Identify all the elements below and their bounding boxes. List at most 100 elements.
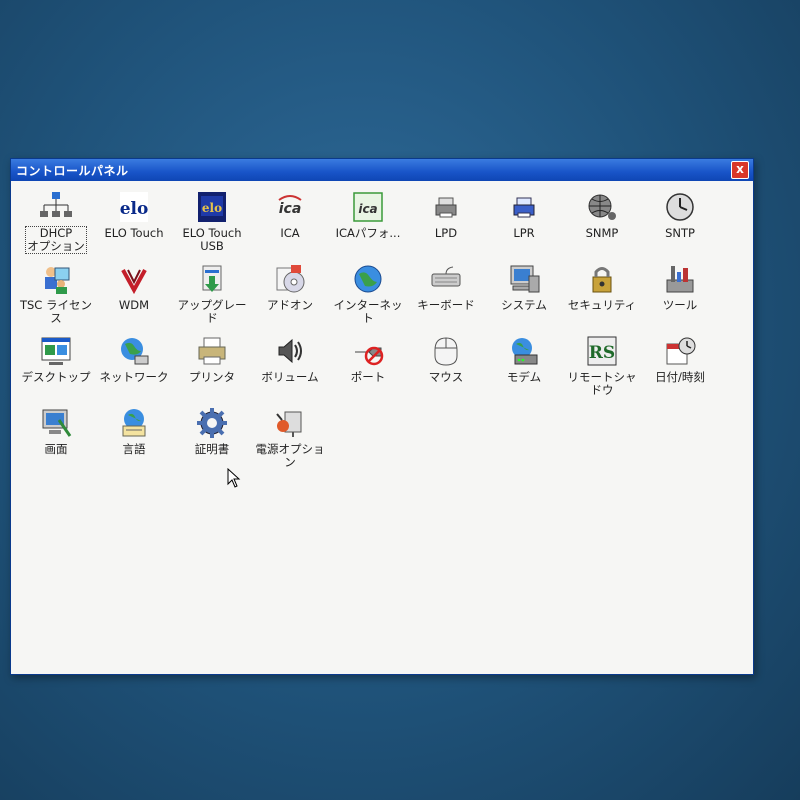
control-panel-item[interactable]: モデム bbox=[485, 333, 563, 405]
control-panel-item[interactable]: 証明書 bbox=[173, 405, 251, 477]
snmp-globe-icon bbox=[584, 189, 620, 225]
title-bar[interactable]: コントロールパネル x bbox=[11, 159, 753, 181]
wdm-logo-icon bbox=[116, 261, 152, 297]
control-panel-item[interactable]: LPR bbox=[485, 189, 563, 261]
item-label: LPD bbox=[434, 226, 458, 240]
keyboard-icon bbox=[428, 261, 464, 297]
control-panel-grid: DHCP オプション elo ELO Touch elo ELO Touch USB ic… bbox=[17, 189, 747, 477]
internet-globe-icon bbox=[350, 261, 386, 297]
control-panel-item[interactable]: キーボード bbox=[407, 261, 485, 333]
control-panel-item[interactable]: elo ELO Touch USB bbox=[173, 189, 251, 261]
svg-text:elo: elo bbox=[202, 201, 222, 215]
item-label: キーボード bbox=[417, 298, 475, 312]
control-panel-item[interactable]: 言語 bbox=[95, 405, 173, 477]
license-people-icon bbox=[38, 261, 74, 297]
item-label: システム bbox=[501, 298, 547, 312]
control-panel-item[interactable]: インターネット bbox=[329, 261, 407, 333]
port-icon bbox=[350, 333, 386, 369]
item-label: 言語 bbox=[122, 442, 146, 456]
control-panel-window: コントロールパネル x DHCP オプション elo ELO Touch elo ELO… bbox=[10, 158, 754, 675]
item-label: 日付/時刻 bbox=[655, 370, 705, 384]
item-label: ポート bbox=[350, 370, 386, 384]
control-panel-item[interactable]: ボリューム bbox=[251, 333, 329, 405]
control-panel-item[interactable]: システム bbox=[485, 261, 563, 333]
control-panel-item[interactable]: ica ICA bbox=[251, 189, 329, 261]
control-panel-item[interactable]: LPD bbox=[407, 189, 485, 261]
tools-icon bbox=[662, 261, 698, 297]
control-panel-item[interactable]: ica ICAパフォ... bbox=[329, 189, 407, 261]
item-label: LPR bbox=[513, 226, 535, 240]
item-label: ボリューム bbox=[261, 370, 319, 384]
item-label: インターネット bbox=[333, 298, 403, 325]
item-label: 画面 bbox=[44, 442, 68, 456]
network-globe-icon bbox=[116, 333, 152, 369]
control-panel-item[interactable]: WDM bbox=[95, 261, 173, 333]
item-label: 電源オプション bbox=[255, 442, 325, 469]
mouse-icon bbox=[428, 333, 464, 369]
svg-text:ica: ica bbox=[358, 202, 377, 216]
printer-blue-icon bbox=[506, 189, 542, 225]
svg-text:elo: elo bbox=[120, 199, 149, 219]
control-panel-item[interactable]: デスクトップ bbox=[17, 333, 95, 405]
addon-cd-icon bbox=[272, 261, 308, 297]
item-label: ELO Touch USB bbox=[182, 226, 242, 253]
item-label: ツール bbox=[662, 298, 698, 312]
close-button[interactable]: x bbox=[731, 161, 749, 179]
item-label: アップグレード bbox=[177, 298, 247, 325]
item-label: デスクトップ bbox=[21, 370, 91, 384]
language-globe-icon bbox=[116, 405, 152, 441]
control-panel-item[interactable]: アップグレード bbox=[173, 261, 251, 333]
item-label: ネットワーク bbox=[99, 370, 169, 384]
computer-icon bbox=[506, 261, 542, 297]
control-panel-item[interactable]: マウス bbox=[407, 333, 485, 405]
svg-text:RS: RS bbox=[589, 343, 615, 363]
date-time-icon bbox=[662, 333, 698, 369]
control-panel-item[interactable]: アドオン bbox=[251, 261, 329, 333]
control-panel-item[interactable]: RS リモートシャドウ bbox=[563, 333, 641, 405]
desktop-icon bbox=[38, 333, 74, 369]
ica-logo-icon: ica bbox=[272, 189, 308, 225]
item-label: SNMP bbox=[585, 226, 619, 240]
control-panel-item[interactable]: ポート bbox=[329, 333, 407, 405]
modem-icon bbox=[506, 333, 542, 369]
ica-performance-icon: ica bbox=[350, 189, 386, 225]
window-title: コントロールパネル bbox=[16, 163, 129, 178]
upgrade-icon bbox=[194, 261, 230, 297]
clock-icon bbox=[662, 189, 698, 225]
item-label: セキュリティ bbox=[567, 298, 637, 312]
printer-small-icon bbox=[428, 189, 464, 225]
control-panel-item[interactable]: SNTP bbox=[641, 189, 719, 261]
control-panel-item[interactable]: セキュリティ bbox=[563, 261, 641, 333]
item-label: モデム bbox=[506, 370, 542, 384]
item-label: ICAパフォ... bbox=[335, 226, 401, 240]
item-label: アドオン bbox=[267, 298, 313, 312]
gear-certificate-icon bbox=[194, 405, 230, 441]
control-panel-item[interactable]: elo ELO Touch bbox=[95, 189, 173, 261]
icon-area: DHCP オプション elo ELO Touch elo ELO Touch USB ic… bbox=[11, 181, 753, 488]
elo-logo-icon: elo bbox=[116, 189, 152, 225]
network-tree-icon bbox=[38, 189, 74, 225]
control-panel-item[interactable]: TSC ライセンス bbox=[17, 261, 95, 333]
power-options-icon bbox=[272, 405, 308, 441]
svg-text:ica: ica bbox=[279, 201, 302, 217]
control-panel-item[interactable]: 画面 bbox=[17, 405, 95, 477]
item-label: リモートシャドウ bbox=[567, 370, 637, 397]
control-panel-item[interactable]: 電源オプション bbox=[251, 405, 329, 477]
item-label: プリンタ bbox=[189, 370, 235, 384]
item-label: SNTP bbox=[665, 226, 695, 240]
display-icon bbox=[38, 405, 74, 441]
item-label: 証明書 bbox=[194, 442, 230, 456]
control-panel-item[interactable]: ネットワーク bbox=[95, 333, 173, 405]
speaker-icon bbox=[272, 333, 308, 369]
lock-icon bbox=[584, 261, 620, 297]
control-panel-item[interactable]: ツール bbox=[641, 261, 719, 333]
item-label: DHCP オプション bbox=[25, 226, 87, 254]
item-label: マウス bbox=[428, 370, 464, 384]
item-label: ICA bbox=[280, 226, 300, 240]
control-panel-item[interactable]: SNMP bbox=[563, 189, 641, 261]
control-panel-item[interactable]: 日付/時刻 bbox=[641, 333, 719, 405]
item-label: ELO Touch bbox=[104, 226, 164, 240]
control-panel-item[interactable]: DHCP オプション bbox=[17, 189, 95, 261]
control-panel-item[interactable]: プリンタ bbox=[173, 333, 251, 405]
item-label: TSC ライセンス bbox=[19, 298, 92, 325]
